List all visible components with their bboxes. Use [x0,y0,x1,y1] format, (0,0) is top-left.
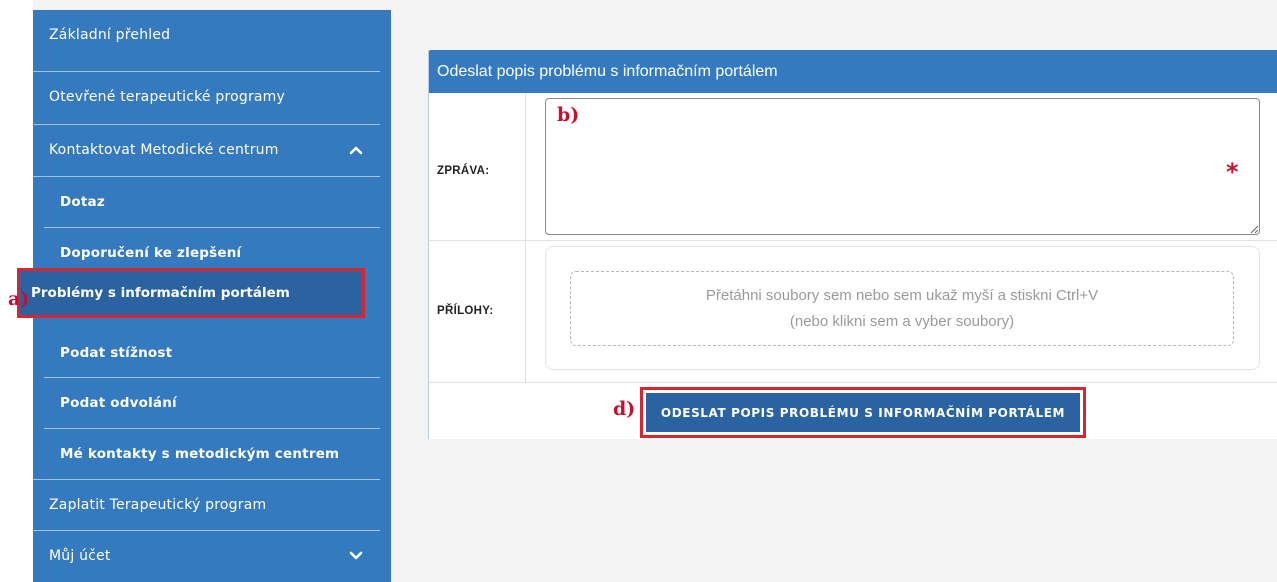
row-divider [429,382,1277,383]
sidebar-item-label: Kontaktovat Metodické centrum [49,142,279,158]
sidebar-item-kontaktovat-centrum[interactable]: Kontaktovat Metodické centrum [33,125,391,175]
annotation-b: b) [557,104,580,126]
annotation-d: d) [613,398,636,420]
attachments-label: PŘÍLOHY: [437,305,494,317]
sidebar-item-label: Zaplatit Terapeutický program [49,497,267,513]
sidebar-item-zakladni-prehled[interactable]: Základní přehled [33,10,391,60]
submit-highlight: ODESLAT POPIS PROBLÉMU S INFORMAČNÍM POR… [640,387,1086,438]
sidebar-item-podat-stiznost[interactable]: Podat stížnost [33,328,391,378]
sidebar-item-label: Podat odvolání [60,395,177,411]
form-title: Odeslat popis problému s informačním por… [437,62,778,80]
sidebar-item-muj-ucet[interactable]: Můj účet [33,531,391,581]
sidebar-item-zaplatit-program[interactable]: Zaplatit Terapeutický program [33,480,391,530]
sidebar-item-problemy-portal[interactable]: Problémy s informačním portálem [17,268,365,318]
annotation-a: a) [8,288,30,310]
sidebar-item-label: Doporučení ke zlepšení [60,245,242,261]
sidebar-item-label: Mé kontakty s metodickým centrem [60,446,340,462]
chevron-down-icon[interactable] [349,549,363,563]
row-divider [429,240,1277,241]
sidebar-item-label: Otevřené terapeutické programy [49,89,286,105]
sidebar-item-label: Můj účet [49,548,111,564]
chevron-up-icon[interactable] [349,143,363,157]
sidebar-item-label: Základní přehled [49,27,171,43]
dropzone-hint: (nebo klikni sem a vyber soubory) [789,312,1015,330]
sidebar-item-me-kontakty[interactable]: Mé kontakty s metodickým centrem [33,429,391,479]
form-header: Odeslat popis problému s informačním por… [429,50,1277,93]
required-asterisk-icon: * [1226,158,1239,186]
dropzone-instruction: Přetáhni soubory sem nebo sem ukaž myší … [705,286,1099,304]
sidebar-item-label: Problémy s informačním portálem [31,285,290,301]
sidebar-item-label: Podat stížnost [60,345,173,361]
sidebar-item-podat-odvolani[interactable]: Podat odvolání [33,378,391,428]
column-divider [525,93,526,383]
problem-report-form: Odeslat popis problému s informačním por… [428,50,1277,439]
resize-handle-icon[interactable] [1250,225,1259,234]
message-textarea[interactable] [545,98,1260,235]
submit-button[interactable]: ODESLAT POPIS PROBLÉMU S INFORMAČNÍM POR… [646,393,1080,432]
sidebar-item-dotaz[interactable]: Dotaz [33,177,391,227]
file-dropzone[interactable]: Přetáhni soubory sem nebo sem ukaž myší … [570,271,1234,346]
message-label: ZPRÁVA: [437,165,490,177]
sidebar-item-otevrene-programy[interactable]: Otevřené terapeutické programy [33,72,391,122]
sidebar-item-label: Dotaz [60,194,105,210]
